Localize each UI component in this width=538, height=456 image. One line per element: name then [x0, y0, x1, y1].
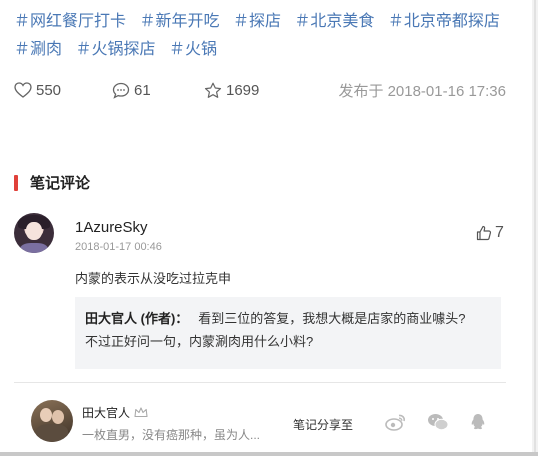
thumbs-up-icon [476, 225, 492, 241]
author-reply: 田大官人 (作者)： 看到三位的答复，我想大概是店家的商业噱头? 不过正好问一句，… [75, 297, 501, 369]
note-stats: 550 61 1699 发布于 2018-01-16 17:36 [14, 78, 506, 102]
like-count: 550 [36, 81, 62, 99]
tag-link[interactable]: ＃北京帝都探店 [388, 13, 500, 30]
reply-text-line1: 看到三位的答复，我想大概是店家的商业噱头? [198, 311, 466, 326]
share-icons [385, 413, 487, 431]
scrollbar-thumb[interactable] [534, 0, 536, 456]
comment-like-button[interactable]: 7 [476, 224, 504, 242]
publish-label: 发布于 [338, 82, 384, 100]
weibo-icon [385, 414, 405, 431]
favorite-count: 1699 [226, 81, 260, 99]
publish-datetime: 2018-01-16 17:36 [387, 82, 506, 100]
weibo-share-button[interactable] [385, 413, 407, 431]
comment-time: 2018-01-17 00:46 [75, 241, 162, 253]
tag-link[interactable]: ＃网红餐厅打卡 [14, 13, 126, 30]
comment-count: 61 [134, 81, 151, 99]
commenter-name[interactable]: 1AzureSky [75, 219, 148, 236]
favorite-button[interactable]: 1699 [204, 82, 314, 99]
tag-link[interactable]: ＃新年开吃 [139, 13, 219, 30]
section-accent-bar [14, 174, 18, 191]
wechat-icon [428, 414, 449, 431]
section-title-text: 笔记评论 [30, 175, 91, 192]
section-title: 笔记评论 [14, 172, 90, 193]
star-icon [204, 82, 222, 98]
author-name-row[interactable]: 田大官人 [82, 404, 148, 421]
publish-time: 发布于 2018-01-16 17:36 [339, 80, 506, 101]
tag-link[interactable]: ＃涮肉 [14, 41, 62, 58]
comment-like-count: 7 [495, 224, 504, 241]
like-button[interactable]: 550 [14, 82, 112, 99]
heart-icon [14, 82, 32, 98]
comment-bubble-icon [112, 82, 130, 99]
reply-author[interactable]: 田大官人 (作者)： [85, 311, 188, 326]
share-label: 笔记分享至 [293, 418, 354, 432]
crown-icon [134, 407, 148, 418]
commenter-avatar[interactable] [14, 213, 54, 253]
tag-list: ＃网红餐厅打卡 ＃新年开吃 ＃探店 ＃北京美食 ＃北京帝都探店 ＃涮肉 ＃火锅探… [14, 8, 514, 64]
bottom-edge [0, 452, 538, 456]
wechat-share-button[interactable] [427, 413, 449, 431]
qq-penguin-icon [471, 414, 485, 430]
tag-link[interactable]: ＃探店 [233, 13, 281, 30]
author-avatar[interactable] [31, 400, 73, 442]
comment-button[interactable]: 61 [112, 82, 204, 99]
author-name: 田大官人 [82, 406, 131, 420]
divider [14, 382, 506, 383]
author-bio: 一枚直男，没有癌那种，虽为人... [82, 428, 261, 442]
comment-text: 内蒙的表示从没吃过拉克申 [75, 271, 232, 286]
tag-link[interactable]: ＃火锅探店 [75, 41, 155, 58]
qq-share-button[interactable] [469, 413, 487, 431]
reply-text-line2: 不过正好问一句，内蒙涮肉用什么小料? [85, 334, 314, 349]
tag-link[interactable]: ＃火锅 [169, 41, 217, 58]
tag-link[interactable]: ＃北京美食 [294, 13, 374, 30]
